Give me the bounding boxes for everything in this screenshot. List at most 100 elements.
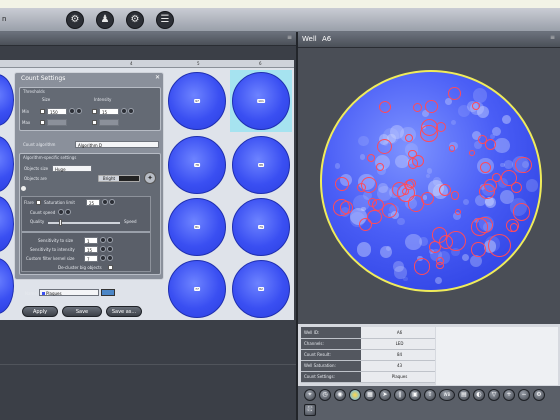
plaque-marker — [425, 99, 439, 113]
sensitivity-size-increment[interactable] — [107, 237, 113, 243]
apply-button[interactable]: Apply — [22, 306, 58, 317]
algorithm-settings-group: Algorithm-specific settings Objects size… — [19, 153, 161, 275]
plate-well-selected[interactable]: 101 — [232, 72, 290, 130]
sensitivity-intensity-increment[interactable] — [107, 246, 113, 252]
plate-well[interactable] — [0, 74, 14, 126]
flare-expander-icon[interactable] — [21, 186, 26, 191]
flare-subgroup: Flare Saturation limit 25 Count speed Qu… — [21, 196, 151, 272]
settings-icon[interactable]: ⚙ — [533, 389, 545, 401]
custom-filter-decrement[interactable] — [100, 255, 106, 261]
fullscreen-icon[interactable]: ⛶ — [304, 404, 316, 416]
plaque-marker — [431, 227, 448, 243]
size-min-decrement[interactable] — [69, 108, 75, 114]
info-row: Count Settings: Plaques — [301, 371, 435, 383]
texture-blob — [502, 114, 512, 125]
saturation-increment[interactable] — [109, 199, 115, 205]
filter-icon[interactable]: ▽ — [488, 389, 500, 401]
contrast-icon[interactable]: ◐ — [473, 389, 485, 401]
intensity-min-input[interactable]: 15 — [99, 108, 119, 115]
wb-button[interactable]: WB — [439, 389, 455, 401]
objects-size-dropdown[interactable]: Huge — [52, 165, 92, 172]
pane-menu-icon[interactable]: ≡ — [287, 34, 292, 41]
saturation-decrement[interactable] — [102, 199, 108, 205]
plate-well[interactable]: 97 — [168, 72, 226, 130]
plate-well[interactable]: 79 — [232, 198, 290, 256]
thresholds-group: Thresholds Size Intensity Min Max 150 15 — [19, 87, 161, 131]
objects-are-toggle[interactable]: Bright — [98, 175, 140, 182]
plate-well[interactable] — [0, 196, 14, 252]
plate-well[interactable]: 78 — [168, 136, 226, 194]
plaque-marker — [412, 103, 422, 113]
texture-blob — [425, 173, 431, 178]
decluster-checkbox[interactable] — [108, 265, 113, 270]
size-min-input[interactable]: 150 — [47, 108, 67, 115]
well-count-label: 82 — [258, 287, 264, 291]
sensitivity-intensity-decrement[interactable] — [100, 246, 106, 252]
plaque-marker — [361, 176, 378, 193]
palette-icon[interactable] — [349, 389, 361, 401]
plaque-marker — [420, 118, 438, 136]
count-speed-decrement[interactable] — [58, 209, 64, 215]
quality-slider-thumb[interactable] — [58, 219, 62, 226]
size-max-input[interactable] — [47, 119, 67, 126]
layers-icon[interactable]: ▤ — [458, 389, 470, 401]
book-icon[interactable]: ☰ — [156, 11, 174, 29]
texture-blob — [463, 198, 470, 205]
pointer-icon[interactable]: ➤ — [379, 389, 391, 401]
intensity-max-input[interactable] — [99, 119, 119, 126]
size-min-checkbox[interactable] — [40, 109, 45, 114]
plate-well[interactable]: 77 — [168, 260, 226, 318]
scan-icon[interactable]: ◉ — [334, 389, 346, 401]
plaque-marker — [487, 233, 511, 258]
count-algorithm-dropdown[interactable]: Algorithm D — [75, 141, 159, 148]
zoom-fit-icon[interactable]: ⌖ — [304, 389, 316, 401]
plate-well[interactable]: 88 — [232, 136, 290, 194]
well-count-label: 101 — [257, 99, 265, 103]
save-button[interactable]: Save — [62, 306, 102, 317]
name-color-picker[interactable] — [101, 289, 115, 296]
plate-well[interactable] — [0, 258, 14, 314]
gear-icon[interactable]: ⚙ — [126, 11, 144, 29]
well-image[interactable] — [320, 70, 542, 292]
plate-icon[interactable]: ▦ — [364, 389, 376, 401]
info-key: Well ID: — [301, 327, 361, 339]
pane-menu-icon[interactable]: ≡ — [550, 34, 555, 41]
main-toolbar: n ⚙ ♟ ⚙ ☰ — [0, 8, 560, 32]
image-icon[interactable]: ▣ — [409, 389, 421, 401]
custom-filter-input[interactable]: 7 — [84, 255, 98, 262]
close-icon[interactable]: ✕ — [155, 74, 160, 81]
saturation-checkbox[interactable] — [36, 200, 41, 205]
intensity-min-increment[interactable] — [128, 108, 134, 114]
name-label: Name — [25, 291, 37, 296]
saturation-limit-input[interactable]: 25 — [86, 199, 100, 206]
sensitivity-size-decrement[interactable] — [100, 237, 106, 243]
intensity-min-decrement[interactable] — [121, 108, 127, 114]
plate-well[interactable]: 81 — [168, 198, 226, 256]
sensitivity-intensity-input[interactable]: 15 — [84, 246, 98, 253]
intensity-min-checkbox[interactable] — [92, 109, 97, 114]
sensitivity-size-input[interactable]: 1 — [84, 237, 98, 244]
size-min-increment[interactable] — [76, 108, 82, 114]
texture-blob — [334, 163, 341, 169]
settings-name-dropdown[interactable]: Plaques — [39, 289, 99, 296]
bug-icon[interactable]: ⚙ — [66, 11, 84, 29]
sensitivity-intensity-label: Sensitivity to intensity — [30, 247, 75, 252]
users-icon[interactable]: ♟ — [96, 11, 114, 29]
well-count-label: 77 — [194, 287, 200, 291]
clock-icon[interactable]: ◷ — [319, 389, 331, 401]
well-image-viewer[interactable] — [298, 48, 560, 324]
count-speed-increment[interactable] — [65, 209, 71, 215]
zoom-out-icon[interactable]: − — [518, 389, 530, 401]
well-count-label: 78 — [194, 163, 200, 167]
ruler-icon[interactable]: ∥ — [394, 389, 406, 401]
export-icon[interactable]: ⇧ — [424, 389, 436, 401]
zoom-in-icon[interactable]: + — [503, 389, 515, 401]
plate-well[interactable]: 82 — [232, 260, 290, 318]
size-max-checkbox[interactable] — [40, 120, 45, 125]
save-as-button[interactable]: Save as... — [106, 306, 142, 317]
intensity-max-checkbox[interactable] — [92, 120, 97, 125]
plaque-marker — [484, 179, 498, 193]
plate-well[interactable] — [0, 136, 14, 192]
custom-filter-increment[interactable] — [107, 255, 113, 261]
color-picker-icon[interactable]: ✦ — [144, 172, 156, 184]
